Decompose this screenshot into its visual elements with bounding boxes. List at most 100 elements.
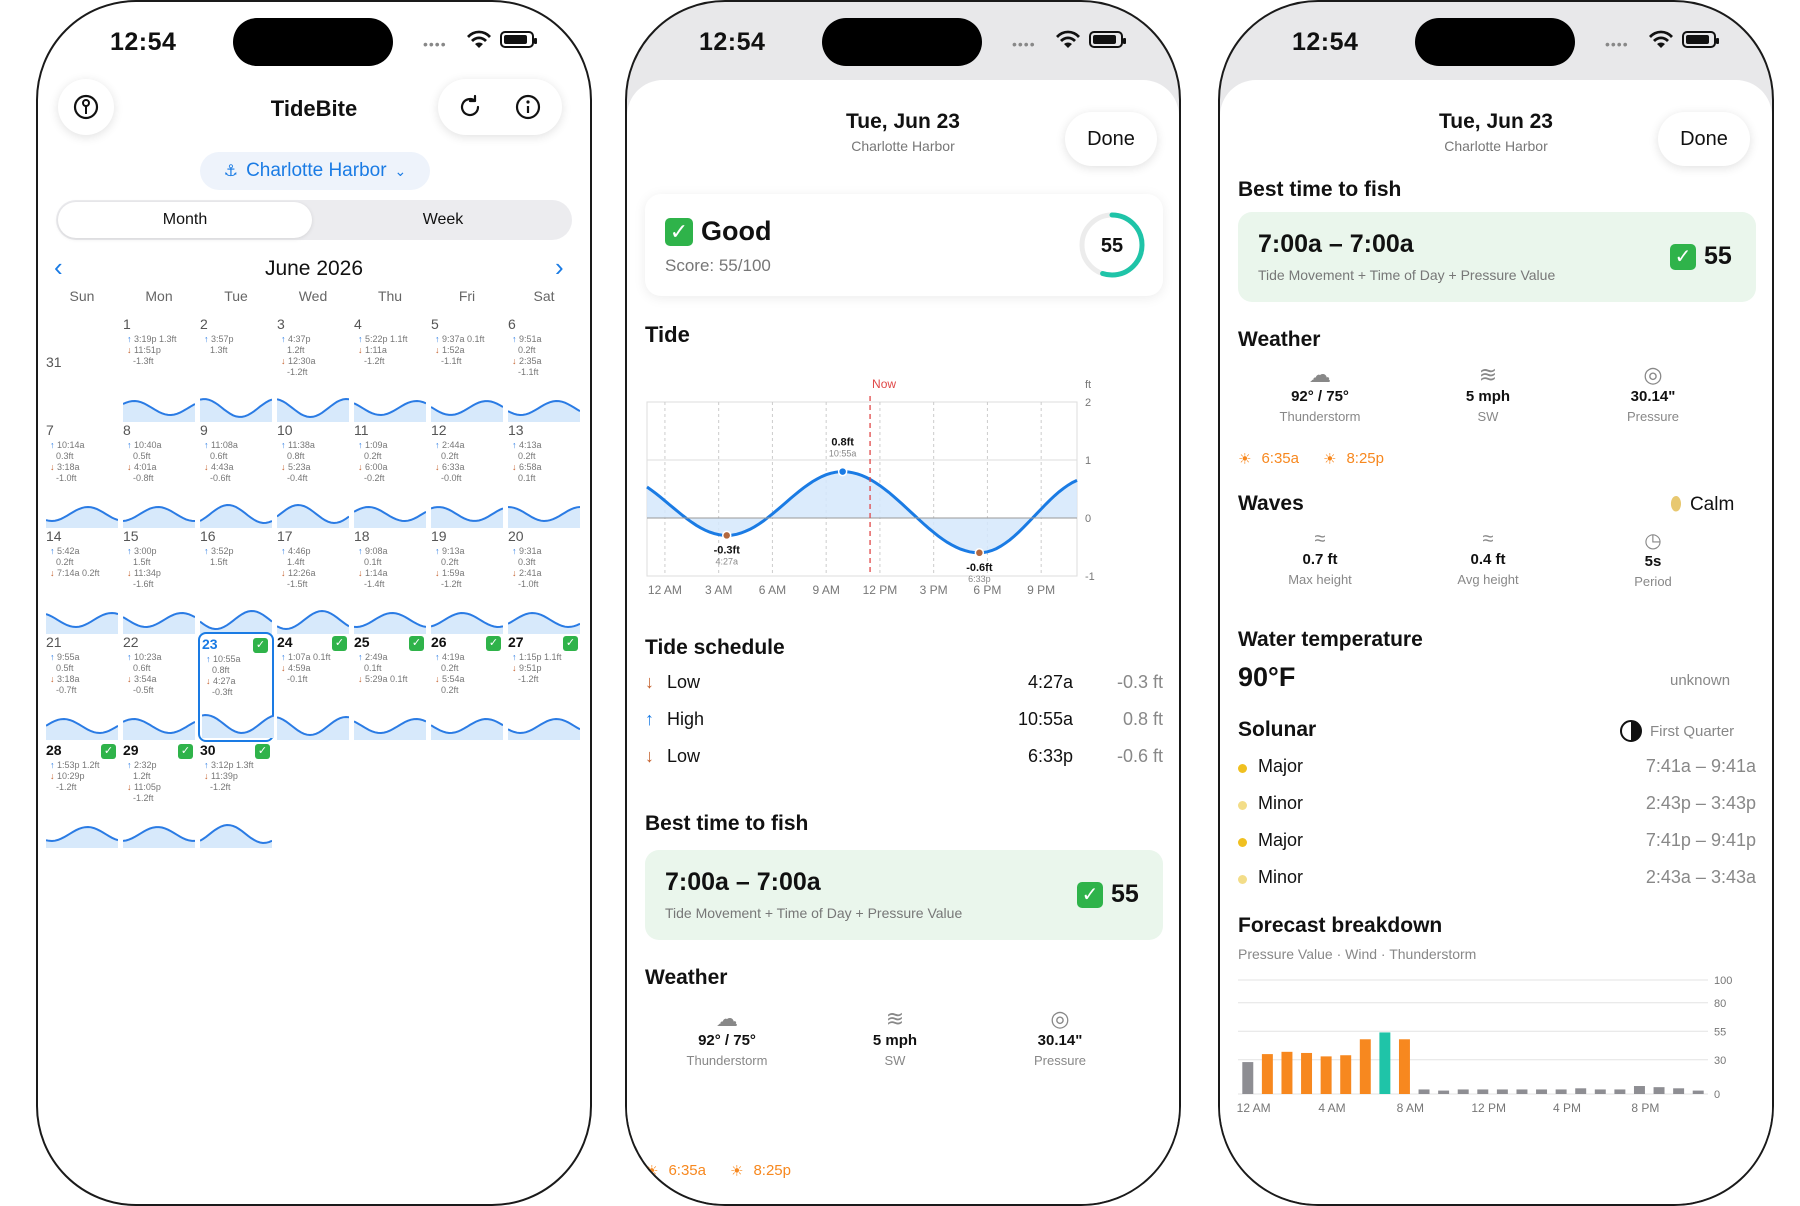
tide-text: -1.2ft — [133, 793, 154, 803]
calendar-day-9[interactable]: 9 ↑ 11:08a 0.6ft ↓ 4:43a -0.6ft — [198, 420, 274, 530]
tide-line: 0.2ft — [56, 557, 74, 568]
tide-text: 2:49a — [365, 652, 388, 662]
calendar-day-25[interactable]: 25 ✓ ↑ 2:49a 0.1ft ↓ 5:29a 0.1ft — [352, 632, 428, 742]
calendar-day-18[interactable]: 18 ↑ 9:08a 0.1ft ↓ 1:14a -1.4ft — [352, 526, 428, 636]
wind-direction: SW — [884, 1053, 906, 1068]
y-tick-label: 0 — [1085, 513, 1091, 525]
status-bar: 12:54 •••• — [627, 2, 1179, 72]
calendar-day-19[interactable]: 19 ↑ 9:13a 0.2ft ↓ 1:59a -1.2ft — [429, 526, 505, 636]
tide-text: -1.0ft — [56, 473, 77, 483]
refresh-icon[interactable] — [456, 93, 484, 121]
calendar-day-5[interactable]: 5 ↑ 9:37a 0.1ft ↓ 1:52a -1.1ft — [429, 314, 505, 424]
done-button[interactable]: Done — [1065, 112, 1157, 166]
status-time: 12:54 — [1292, 28, 1359, 56]
calendar-day-15[interactable]: 15 ↑ 3:00p 1.5ft ↓ 11:34p -1.6ft — [121, 526, 197, 636]
tide-text: 0.2ft — [441, 451, 459, 461]
mini-tide-chart — [431, 611, 503, 634]
mini-tide-fill — [200, 825, 272, 848]
segment-month[interactable]: Month — [58, 202, 312, 238]
tide-text: 11:34p — [134, 568, 161, 578]
calendar-day-4[interactable]: 4 ↑ 5:22p 1.1ft ↓ 1:11a -1.2ft — [352, 314, 428, 424]
tide-text: 0.2ft — [518, 345, 536, 355]
calendar-day-29[interactable]: 29 ✓ ↑ 2:32p 1.2ft ↓ 11:05p -1.2ft — [121, 740, 197, 850]
calendar-day-21[interactable]: 21 ↑ 9:55a 0.5ft ↓ 3:18a -0.7ft — [44, 632, 120, 742]
calendar-day-1[interactable]: 1 ↑ 3:19p 1.3ft ↓ 11:51p -1.3ft — [121, 314, 197, 424]
tide-text: 0.6ft — [210, 451, 228, 461]
mini-tide-fill — [200, 505, 272, 528]
day-number: 8 — [123, 422, 131, 438]
calendar-day-16[interactable]: 16 ↑ 3:52p 1.5ft — [198, 526, 274, 636]
forecast-bar — [1516, 1089, 1528, 1094]
tide-line: -0.7ft — [56, 685, 77, 696]
arrow-up-icon: ↑ — [127, 334, 135, 344]
day-number: 26 — [431, 634, 447, 650]
next-month-chevron-icon[interactable]: › — [555, 252, 564, 283]
mini-tide-fill — [46, 719, 118, 740]
calendar-day-11[interactable]: 11 ↑ 1:09a 0.2ft ↓ 6:00a -0.2ft — [352, 420, 428, 530]
signal-icon: •••• — [1012, 36, 1036, 52]
calendar-day-27[interactable]: 27 ✓ ↑ 1:15p 1.1ft ↓ 9:51p -1.2ft — [506, 632, 582, 742]
period-label: Period — [1634, 574, 1672, 589]
solunar-row: Minor 2:43p – 3:43p — [1238, 793, 1756, 819]
calendar-day-6[interactable]: 6 ↑ 9:51a 0.2ft ↓ 2:35a -1.1ft — [506, 314, 582, 424]
weekday-sun: Sun — [69, 288, 95, 304]
day-number: 9 — [200, 422, 208, 438]
calendar-day-20[interactable]: 20 ↑ 9:31a 0.3ft ↓ 2:41a -1.0ft — [506, 526, 582, 636]
calendar-day-7[interactable]: 7 ↑ 10:14a 0.3ft ↓ 3:18a -1.0ft — [44, 420, 120, 530]
tide-text: 4:27a — [213, 676, 236, 686]
tide-text: 1:07a 0.1ft — [288, 652, 331, 662]
condition-label: Thunderstorm — [1279, 409, 1361, 424]
forecast-title: Forecast breakdown — [1238, 914, 1443, 937]
tide-text: 0.1ft — [364, 663, 382, 673]
sunset-icon: ☀ — [730, 1163, 744, 1180]
done-button[interactable]: Done — [1658, 112, 1750, 166]
weekday-fri: Fri — [458, 288, 476, 304]
gauge-icon: ◎ — [1050, 1006, 1070, 1031]
mini-tide-chart — [431, 506, 503, 528]
info-icon[interactable] — [514, 93, 542, 121]
calendar-day-13[interactable]: 13 ↑ 4:13a 0.2ft ↓ 6:58a 0.1ft — [506, 420, 582, 530]
calendar-day-10[interactable]: 10 ↑ 11:38a 0.8ft ↓ 5:23a -0.4ft — [275, 420, 351, 530]
calendar-day-24[interactable]: 24 ✓ ↑ 1:07a 0.1ft ↓ 4:59a -0.1ft — [275, 632, 351, 742]
tide-text: 1:59a — [442, 568, 465, 578]
calendar-day-31[interactable]: 31 — [44, 314, 120, 424]
calendar-day-17[interactable]: 17 ↑ 4:46p 1.4ft ↓ 12:26a -1.5ft — [275, 526, 351, 636]
forecast-bar — [1536, 1089, 1548, 1094]
forecast-chart: 100 80 55 30 0 12 AM 4 AM 8 AM 12 PM 4 PM 8 PM — [1237, 975, 1733, 1115]
calendar-day-2[interactable]: 2 ↑ 3:57p 1.3ft — [198, 314, 274, 424]
status-bar: 12:54 •••• — [38, 2, 590, 72]
x-tick-label: 12 AM — [1237, 1101, 1271, 1115]
day-number: 3 — [277, 316, 285, 332]
arrow-down-icon: ↓ — [50, 568, 58, 578]
calendar-day-23[interactable]: 23 ✓ ↑ 10:55a 0.8ft ↓ 4:27a -0.3ft — [198, 632, 274, 742]
tide-area — [647, 471, 1077, 553]
best-factors: Tide Movement + Time of Day + Pressure V… — [1258, 267, 1556, 283]
best-score: 55 — [1704, 242, 1732, 270]
segment-week[interactable]: Week — [316, 202, 570, 238]
schedule-height: -0.6 ft — [1116, 746, 1163, 766]
calendar-day-3[interactable]: 3 ↑ 4:37p 1.2ft ↓ 12:30a -1.2ft — [275, 314, 351, 424]
sunset-time: 8:25p — [1346, 450, 1384, 467]
score-ring: 55 — [1079, 212, 1145, 278]
tide-text: 9:55a — [57, 652, 80, 662]
tide-line: ↓ 9:51p — [512, 663, 542, 674]
arrow-down-icon: ↓ — [204, 462, 212, 472]
calendar-day-22[interactable]: 22 ↑ 10:23a 0.6ft ↓ 3:54a -0.5ft — [121, 632, 197, 742]
calendar-day-30[interactable]: 30 ✓ ↑ 3:12p 1.3ft ↓ 11:39p -1.2ft — [198, 740, 274, 850]
wind-speed: 5 mph — [1465, 388, 1511, 405]
location-picker[interactable]: ⚓ Charlotte Harbor ⌄ — [200, 152, 430, 190]
calendar-day-14[interactable]: 14 ↑ 5:42a 0.2ft ↓ 7:14a 0.2ft — [44, 526, 120, 636]
tide-text: 10:55a — [213, 654, 241, 664]
period-value: 5s — [1644, 553, 1662, 570]
calendar-day-28[interactable]: 28 ✓ ↑ 1:53p 1.2ft ↓ 10:29p -1.2ft — [44, 740, 120, 850]
mini-tide-chart — [277, 715, 349, 740]
tide-text: 9:51p — [519, 663, 542, 673]
calendar-day-8[interactable]: 8 ↑ 10:40a 0.5ft ↓ 4:01a -0.8ft — [121, 420, 197, 530]
arrow-up-icon: ↑ — [512, 334, 520, 344]
tide-text: 10:29p — [57, 771, 85, 781]
arrow-down-icon: ↓ — [435, 462, 443, 472]
calendar-day-12[interactable]: 12 ↑ 2:44a 0.2ft ↓ 6:33a -0.0ft — [429, 420, 505, 530]
schedule-title: Tide schedule — [645, 636, 785, 659]
calendar-day-26[interactable]: 26 ✓ ↑ 4:19a 0.2ft ↓ 5:54a 0.2ft — [429, 632, 505, 742]
dynamic-island — [1415, 18, 1575, 66]
